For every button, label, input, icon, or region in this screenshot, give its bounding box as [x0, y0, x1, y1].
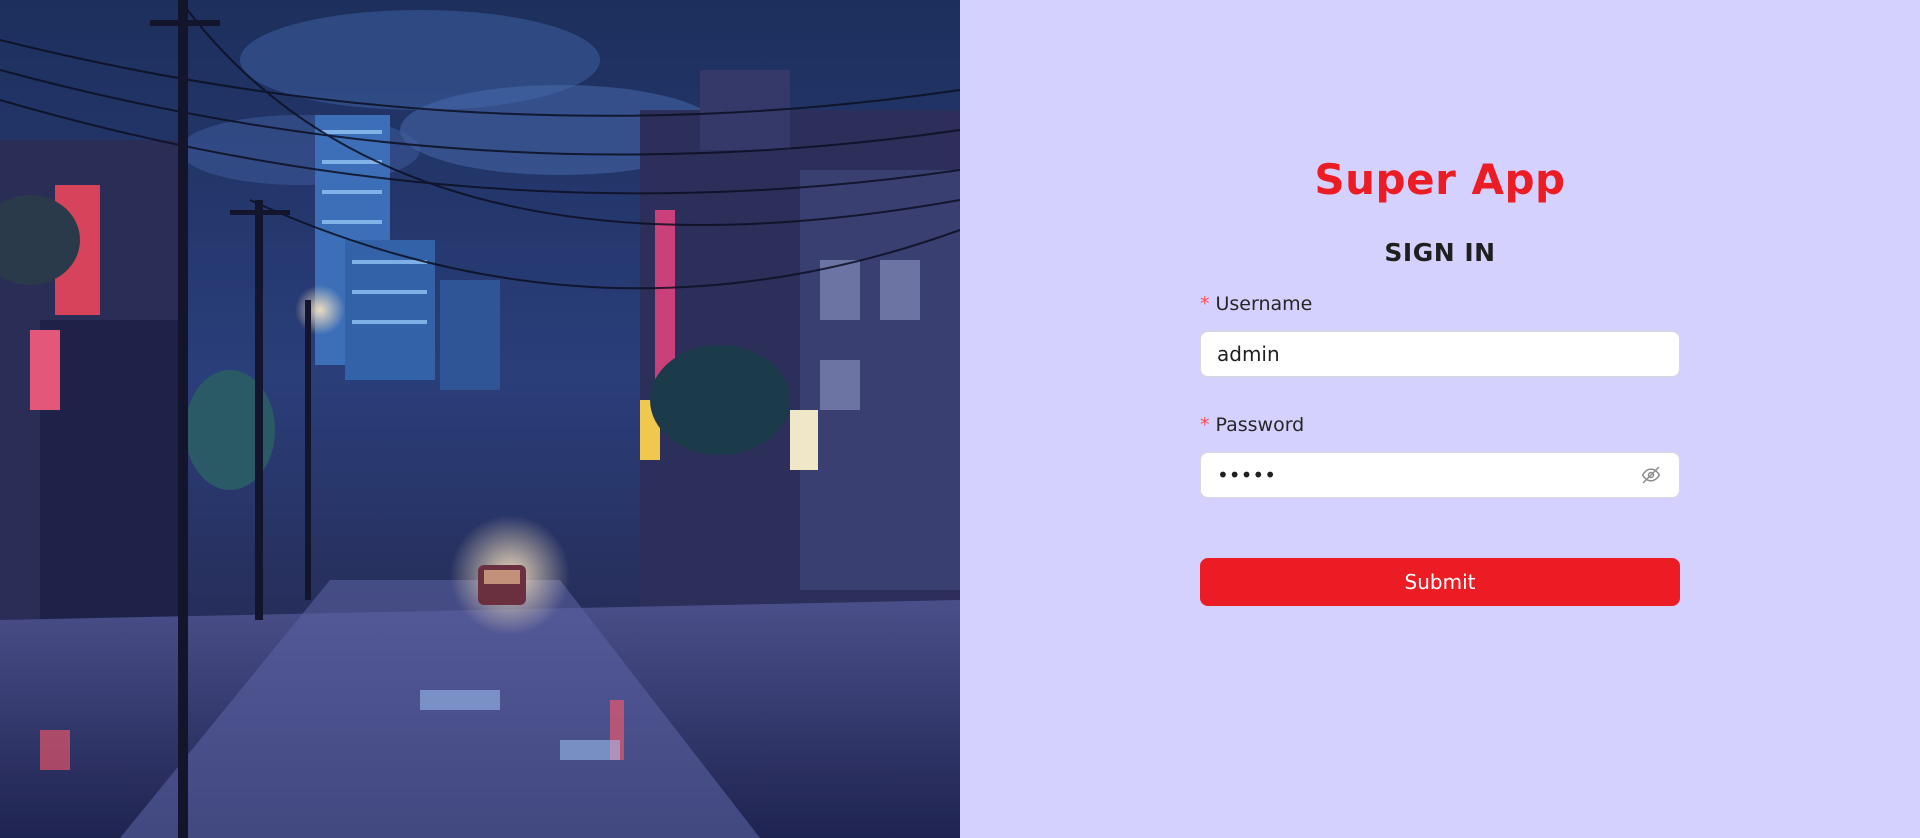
password-input-box[interactable] [1200, 452, 1680, 498]
submit-button[interactable]: Submit [1200, 558, 1680, 606]
eye-slash-icon[interactable] [1639, 463, 1663, 487]
username-input-box[interactable] [1200, 331, 1680, 377]
required-mark: * [1200, 414, 1210, 436]
username-label-text: Username [1215, 293, 1313, 315]
username-label: * Username [1200, 291, 1680, 317]
sign-in-panel: Super App SIGN IN * Username * Password [960, 0, 1920, 838]
username-field-group: * Username [1200, 291, 1680, 377]
sign-in-form: Super App SIGN IN * Username * Password [1200, 155, 1680, 606]
night-street-illustration [0, 0, 960, 838]
app-title: Super App [1314, 155, 1566, 204]
password-field-group: * Password [1200, 412, 1680, 498]
password-label-text: Password [1215, 414, 1305, 436]
sign-in-heading: SIGN IN [1384, 238, 1496, 267]
required-mark: * [1200, 293, 1210, 315]
hero-illustration [0, 0, 960, 838]
password-label: * Password [1200, 412, 1680, 438]
username-input[interactable] [1217, 342, 1663, 366]
password-input[interactable] [1217, 463, 1639, 487]
